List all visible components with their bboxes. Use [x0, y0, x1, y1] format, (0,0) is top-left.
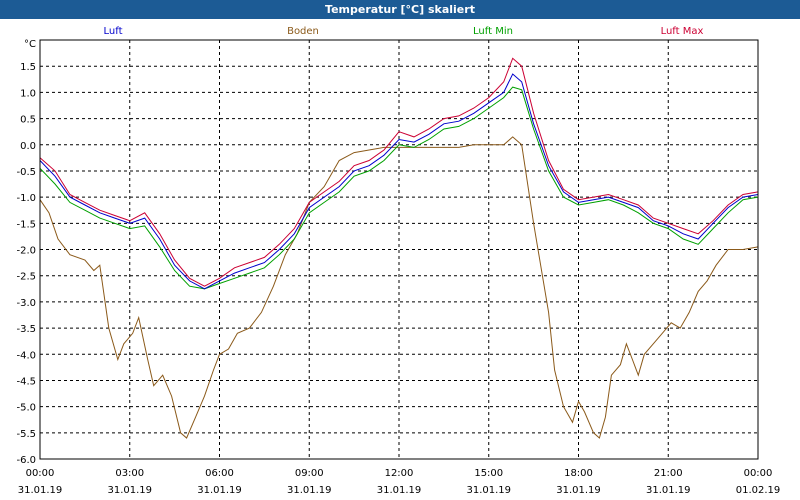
- x-tick-date-label: 31.01.19: [107, 485, 152, 496]
- grid: [40, 40, 758, 459]
- x-tick-date-label: 01.02.19: [736, 485, 781, 496]
- y-tick-label: -3.0: [16, 298, 36, 309]
- legend-entry: Luft: [104, 26, 123, 37]
- y-tick-label: -0.5: [16, 167, 36, 178]
- y-tick-label: -6.0: [16, 455, 36, 466]
- x-tick-time-label: 00:00: [744, 468, 773, 479]
- legend-entry: Luft Max: [661, 26, 704, 37]
- chart-title: Temperatur [°C] skaliert: [0, 0, 800, 19]
- y-tick-label: 0.0: [20, 141, 36, 152]
- x-tick-date-label: 31.01.19: [18, 485, 63, 496]
- x-tick-date-label: 31.01.19: [197, 485, 242, 496]
- x-tick-time-label: 12:00: [385, 468, 414, 479]
- y-tick-label: -1.0: [16, 193, 36, 204]
- y-axis-ticks: 1.5 1.0 0.5 0.0 -0.5 -1.0 -1.5 -2.0 -2.5 -3.0 -3.5…: [16, 62, 36, 466]
- x-tick-time-label: 06:00: [205, 468, 234, 479]
- x-tick-time-label: 09:00: [295, 468, 324, 479]
- y-axis-label: °C: [24, 39, 36, 50]
- y-tick-label: -5.5: [16, 429, 36, 440]
- y-tick-label: -5.0: [16, 403, 36, 414]
- x-tick-date-label: 31.01.19: [377, 485, 422, 496]
- x-tick-date-label: 31.01.19: [287, 485, 332, 496]
- x-tick-time-label: 15:00: [474, 468, 503, 479]
- x-tick-date-label: 31.01.19: [646, 485, 691, 496]
- x-axis-ticks: 00:00 31.01.19 03:00 31.01.19 06:00 31.01.19 0…: [18, 468, 781, 496]
- x-tick-time-label: 21:00: [654, 468, 683, 479]
- x-tick-time-label: 03:00: [115, 468, 144, 479]
- x-tick-time-label: 00:00: [26, 468, 55, 479]
- chart-window: Temperatur [°C] skaliert Luft Boden Luft M…: [0, 0, 800, 500]
- y-tick-label: -1.5: [16, 219, 36, 230]
- y-tick-label: -4.5: [16, 376, 36, 387]
- legend: Luft Boden Luft Min Luft Max: [104, 26, 704, 37]
- series-lines: [39, 57, 759, 439]
- temperature-chart: Luft Boden Luft Min Luft Max °C 1.5 1.0 0.5 0.…: [16, 26, 781, 496]
- x-tick-date-label: 31.01.19: [466, 485, 511, 496]
- legend-entry: Luft Min: [473, 26, 513, 37]
- x-tick-time-label: 18:00: [564, 468, 593, 479]
- x-tick-date-label: 31.01.19: [556, 485, 601, 496]
- legend-entry: Boden: [287, 26, 319, 37]
- y-tick-label: -4.0: [16, 350, 36, 361]
- y-tick-label: -2.5: [16, 272, 36, 283]
- y-tick-label: -2.0: [16, 246, 36, 257]
- y-tick-label: 1.0: [20, 88, 36, 99]
- y-tick-label: -3.5: [16, 324, 36, 335]
- y-tick-label: 0.5: [20, 115, 36, 126]
- y-tick-label: 1.5: [20, 62, 36, 73]
